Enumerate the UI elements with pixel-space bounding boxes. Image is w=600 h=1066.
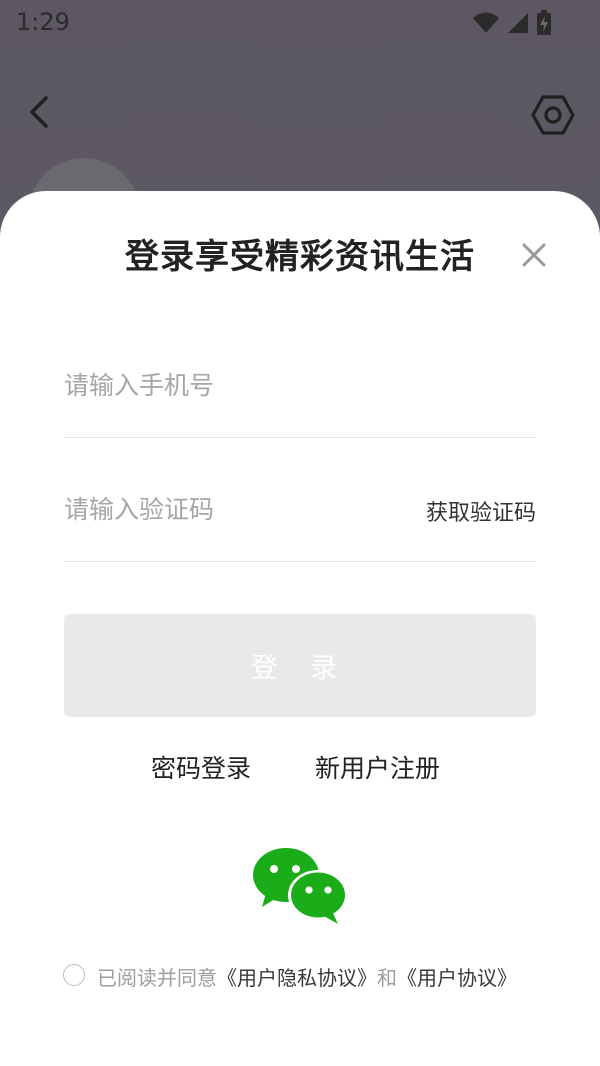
status-icons xyxy=(472,10,552,36)
get-code-button[interactable]: 获取验证码 xyxy=(426,495,536,527)
login-button[interactable]: 登 录 xyxy=(64,614,536,717)
agreement-prefix: 已阅读并同意 xyxy=(97,966,217,990)
agreement-checkbox[interactable] xyxy=(63,964,85,986)
status-time: 1:29 xyxy=(16,8,70,36)
agreement-conjunction: 和 xyxy=(377,966,397,990)
agreement-text: 已阅读并同意《用户隐私协议》和《用户协议》 xyxy=(97,962,517,991)
cellular-signal-icon xyxy=(508,13,528,33)
user-agreement-link[interactable]: 《用户协议》 xyxy=(397,966,517,990)
verification-code-input[interactable] xyxy=(64,489,404,529)
phone-field xyxy=(64,351,536,438)
code-field: 获取验证码 xyxy=(64,475,536,562)
sheet-title: 登录享受精彩资讯生活 xyxy=(125,237,475,277)
close-icon xyxy=(522,243,546,267)
privacy-agreement-link[interactable]: 《用户隐私协议》 xyxy=(217,966,377,990)
close-button[interactable] xyxy=(516,237,552,273)
register-link[interactable]: 新用户注册 xyxy=(315,749,440,785)
status-bar: 1:29 xyxy=(0,0,600,48)
alt-login-links: 密码登录 新用户注册 xyxy=(0,749,600,789)
back-button[interactable] xyxy=(22,92,58,132)
wechat-login-button[interactable] xyxy=(252,847,348,925)
phone-input[interactable] xyxy=(64,365,404,405)
wechat-icon xyxy=(253,848,348,924)
hexagon-settings-icon xyxy=(531,95,575,135)
settings-button[interactable] xyxy=(530,92,576,138)
wifi-icon xyxy=(473,12,499,33)
agreement-row: 已阅读并同意《用户隐私协议》和《用户协议》 xyxy=(63,961,583,993)
chevron-left-icon xyxy=(30,96,48,128)
password-login-link[interactable]: 密码登录 xyxy=(151,749,251,785)
battery-charging-icon xyxy=(537,10,551,35)
login-sheet: 登录享受精彩资讯生活 获取验证码 登 录 密码登录 新用户注册 xyxy=(0,191,600,1066)
